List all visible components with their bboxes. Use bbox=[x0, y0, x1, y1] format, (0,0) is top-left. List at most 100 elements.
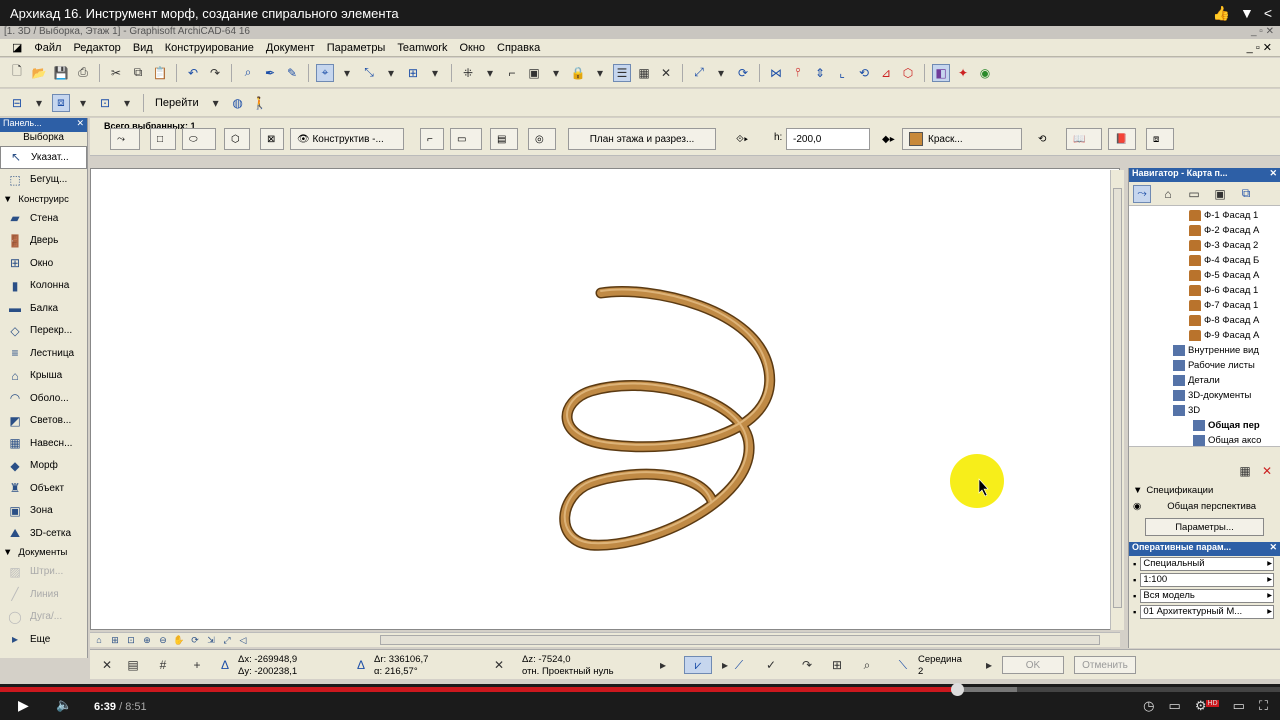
navigator-item[interactable]: Ф-2 Фасад А bbox=[1129, 223, 1280, 238]
volume-icon[interactable]: 🔈 bbox=[56, 697, 72, 713]
snap-icon[interactable]: ⊞ bbox=[404, 64, 422, 82]
navigator-item[interactable]: Ф-4 Фасад Б bbox=[1129, 253, 1280, 268]
navigator-item[interactable]: Ф-7 Фасад 1 bbox=[1129, 298, 1280, 313]
layers-icon[interactable]: ◧ bbox=[932, 63, 950, 82]
home-icon[interactable]: ⌂ bbox=[92, 634, 106, 646]
tool-item[interactable]: ⌂ Крыша bbox=[0, 365, 87, 388]
tool-item[interactable]: ↖ Указат... bbox=[0, 146, 87, 169]
3d-window-icon[interactable]: ◉ bbox=[976, 64, 994, 82]
rotate-view-icon[interactable]: ⟲ bbox=[1032, 128, 1054, 150]
dropdown-icon[interactable]: ▾ bbox=[74, 94, 92, 112]
arc-snap-icon[interactable]: ↷ bbox=[798, 656, 816, 674]
navigator-item[interactable]: 3D bbox=[1129, 403, 1280, 418]
resize-icon[interactable]: ⬡ bbox=[899, 64, 917, 82]
table-icon[interactable]: ▦ bbox=[635, 64, 653, 82]
vertical-scrollbar[interactable] bbox=[1110, 170, 1124, 630]
find-select-icon[interactable]: ⌕ bbox=[239, 64, 257, 82]
navigator-item[interactable]: Ф-1 Фасад 1 bbox=[1129, 208, 1280, 223]
drag-icon[interactable]: ⤢ bbox=[690, 64, 708, 82]
zoom-in-icon[interactable]: ⊕ bbox=[140, 634, 154, 646]
walk-icon[interactable]: 🚶 bbox=[251, 94, 269, 112]
undo-icon[interactable]: ↶ bbox=[184, 64, 202, 82]
polygon-icon[interactable]: ⊞ bbox=[828, 656, 846, 674]
spiral-morph[interactable] bbox=[91, 169, 1121, 631]
tool-item[interactable]: ◠ Оболо... bbox=[0, 387, 87, 410]
dropdown-icon[interactable]: ▾ bbox=[338, 64, 356, 82]
fillet-icon[interactable]: ⌞ bbox=[833, 64, 851, 82]
menu-teamwork[interactable]: Teamwork bbox=[391, 42, 453, 54]
tool-item[interactable]: ▦ Навесн... bbox=[0, 432, 87, 455]
toolbox-group[interactable]: ▼ Документы bbox=[0, 545, 87, 561]
toolbox-group[interactable]: ▼ Конструирс bbox=[0, 191, 87, 207]
menu-document[interactable]: Документ bbox=[260, 42, 321, 54]
group-icon[interactable]: ▣ bbox=[525, 64, 543, 82]
project-map-icon[interactable]: ⤳ bbox=[1133, 184, 1151, 203]
tool-item[interactable]: ▰ Стена bbox=[0, 207, 87, 230]
grid-icon[interactable]: ⁜ bbox=[459, 64, 477, 82]
menu-view[interactable]: Вид bbox=[127, 42, 159, 54]
lock-icon[interactable]: 🔒 bbox=[569, 64, 587, 82]
magic-wand-icon[interactable]: ⌖ bbox=[316, 63, 334, 82]
close-icon[interactable]: ✕ bbox=[98, 656, 116, 674]
navigator-item[interactable]: Ф-3 Фасад 2 bbox=[1129, 238, 1280, 253]
zoom-out-icon[interactable]: ⊖ bbox=[156, 634, 170, 646]
share-icon[interactable]: < bbox=[1264, 5, 1272, 22]
split-icon[interactable]: ⋈ bbox=[767, 64, 785, 82]
delete-icon[interactable]: ✕ bbox=[657, 64, 675, 82]
like-icon[interactable]: 👍 bbox=[1213, 5, 1230, 22]
pan-icon[interactable]: ✋ bbox=[172, 634, 186, 646]
quick-option-select[interactable]: 01 Архитектурный М... bbox=[1140, 605, 1274, 619]
material-selector[interactable]: Краск... bbox=[902, 128, 1022, 150]
floor-plan-icon[interactable]: ⊟ bbox=[8, 94, 26, 112]
watch-later-icon[interactable]: ◷ bbox=[1143, 698, 1154, 714]
orbit-icon[interactable]: ⟳ bbox=[188, 634, 202, 646]
open-book-icon[interactable]: 📖 bbox=[1066, 128, 1102, 150]
settings-icon[interactable]: ⬡ bbox=[224, 128, 250, 150]
dropdown-icon[interactable]: ▾ bbox=[118, 94, 136, 112]
dropdown-icon[interactable]: ▾ bbox=[382, 64, 400, 82]
grid-snap-icon[interactable]: ▤ bbox=[124, 656, 142, 674]
open-icon[interactable]: 📂 bbox=[30, 64, 48, 82]
dropdown-icon[interactable]: ▾ bbox=[207, 94, 225, 112]
line-type-icon[interactable]: ⌐ bbox=[420, 128, 444, 150]
intersect-icon[interactable]: ⊿ bbox=[877, 64, 895, 82]
dropdown-icon[interactable]: ▾ bbox=[481, 64, 499, 82]
fit-window-icon[interactable]: ⤢ bbox=[220, 634, 234, 646]
menu-options[interactable]: Параметры bbox=[321, 42, 392, 54]
delete-icon[interactable]: ✕ bbox=[1258, 462, 1276, 480]
new-icon[interactable]: 🗋 bbox=[8, 64, 26, 82]
tab-selection[interactable]: Выборка bbox=[0, 132, 87, 146]
quick-option-select[interactable]: 1:100 bbox=[1140, 573, 1274, 587]
navigator-hscroll[interactable] bbox=[1129, 446, 1280, 460]
3d-view-icon[interactable]: ⧈ bbox=[52, 93, 70, 112]
angle-icon[interactable]: ✓ bbox=[762, 656, 780, 674]
rectangle-icon[interactable]: ▭ bbox=[450, 128, 482, 150]
navigator-item[interactable]: Ф-5 Фасад А bbox=[1129, 268, 1280, 283]
scroll-thumb[interactable] bbox=[1113, 188, 1122, 608]
inject-icon[interactable]: ✎ bbox=[283, 64, 301, 82]
navigator-item[interactable]: Ф-6 Фасад 1 bbox=[1129, 283, 1280, 298]
dropdown-icon[interactable]: ▾ bbox=[712, 64, 730, 82]
menu-edit[interactable]: Редактор bbox=[67, 42, 126, 54]
paste-icon[interactable]: 📋 bbox=[151, 64, 169, 82]
settings-gear-icon[interactable]: ⚙HD bbox=[1195, 698, 1219, 714]
tool-item[interactable]: ♜ Объект bbox=[0, 477, 87, 500]
dropdown-icon[interactable]: ▾ bbox=[547, 64, 565, 82]
quick-option-select[interactable]: Специальный bbox=[1140, 557, 1274, 571]
globe-icon[interactable]: ◍ bbox=[229, 94, 247, 112]
doc-window-controls[interactable]: _ ▫ ✕ bbox=[1247, 41, 1272, 54]
quick-option-select[interactable]: Вся модель bbox=[1140, 589, 1274, 603]
navigator-item[interactable]: 3D-документы bbox=[1129, 388, 1280, 403]
menu-design[interactable]: Конструирование bbox=[159, 42, 260, 54]
box-method-icon[interactable]: □ bbox=[150, 128, 176, 150]
layer-selector[interactable]: 👁 Конструктив -... bbox=[290, 128, 404, 150]
tool-item[interactable]: ⛰ 3D-сетка bbox=[0, 522, 87, 545]
menu-file[interactable]: Файл bbox=[28, 42, 67, 54]
tool-item[interactable]: ▣ Зона bbox=[0, 500, 87, 523]
navigator-item[interactable]: Внутренние вид bbox=[1129, 343, 1280, 358]
scrubber-knob[interactable] bbox=[951, 683, 965, 696]
window-controls[interactable]: _ ▫ ✕ bbox=[1251, 26, 1274, 37]
tool-item[interactable]: ◯ Дуга/... bbox=[0, 606, 87, 629]
view-button[interactable]: План этажа и разрез... bbox=[568, 128, 716, 150]
geometry-method-icon[interactable]: ⤳ bbox=[110, 128, 140, 150]
